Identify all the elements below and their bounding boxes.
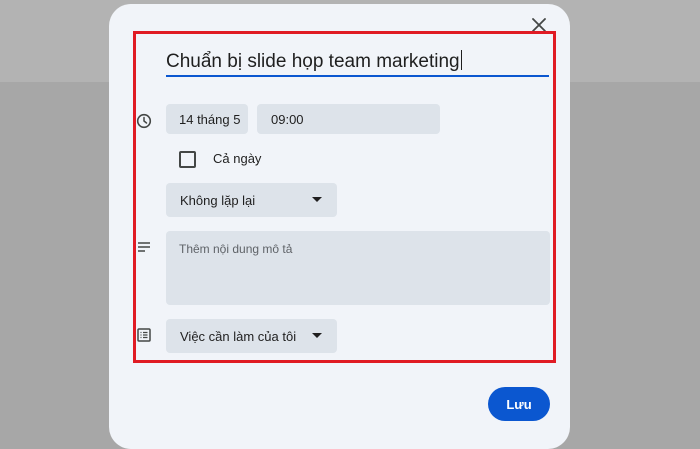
save-button-label: Lưu — [506, 396, 532, 412]
date-picker[interactable]: 14 tháng 5 — [166, 104, 248, 134]
clock-icon — [136, 113, 152, 129]
notes-icon — [137, 241, 151, 253]
close-icon — [532, 17, 546, 37]
close-button[interactable] — [528, 16, 550, 38]
time-value: 09:00 — [271, 111, 304, 127]
title-input-underline — [166, 75, 549, 77]
save-button[interactable]: Lưu — [488, 387, 550, 421]
task-list-dropdown[interactable]: Việc cần làm của tôi — [166, 319, 337, 353]
all-day-checkbox[interactable] — [179, 151, 196, 168]
description-placeholder: Thêm nội dung mô tả — [179, 242, 293, 256]
all-day-label: Cả ngày — [213, 151, 262, 166]
task-list-value: Việc cần làm của tôi — [180, 328, 297, 344]
repeat-value: Không lặp lại — [180, 192, 256, 208]
list-icon — [137, 328, 151, 342]
text-caret — [460, 50, 462, 70]
task-title-text: Chuẩn bị slide họp team marketing — [166, 51, 460, 72]
date-value: 14 tháng 5 — [179, 111, 241, 127]
chevron-down-icon — [312, 197, 322, 202]
description-textarea[interactable]: Thêm nội dung mô tả — [166, 231, 550, 305]
chevron-down-icon — [312, 333, 322, 338]
task-title-input[interactable]: Chuẩn bị slide họp team marketing — [166, 50, 549, 74]
time-picker[interactable]: 09:00 — [257, 104, 440, 134]
repeat-dropdown[interactable]: Không lặp lại — [166, 183, 337, 217]
